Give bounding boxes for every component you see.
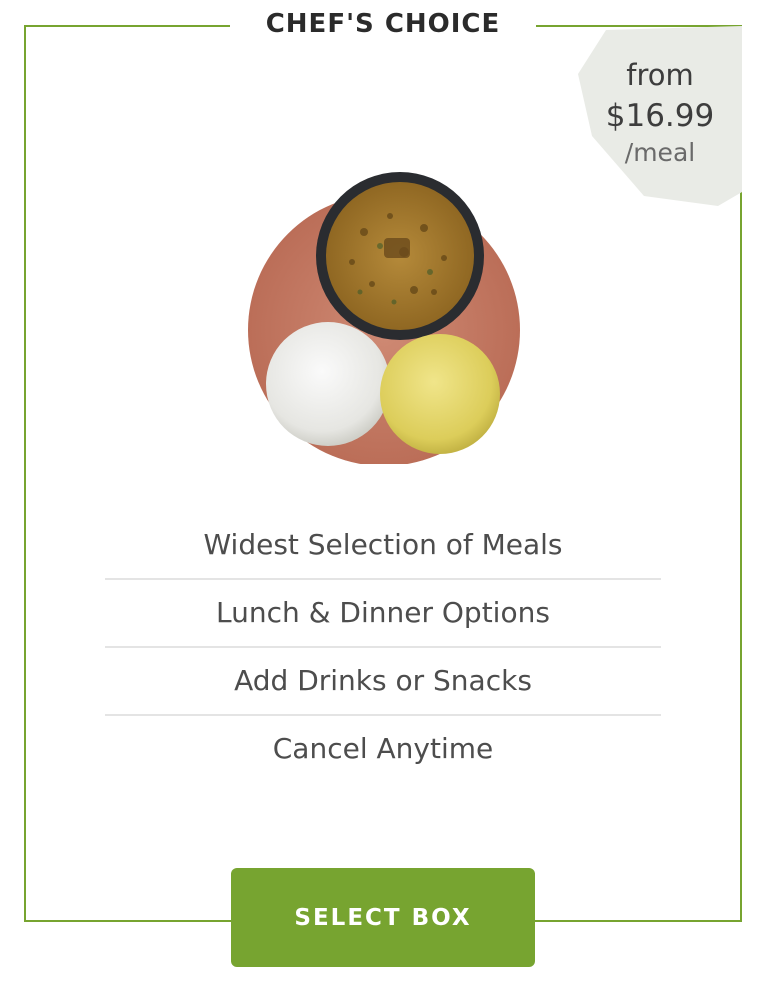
price-unit: /meal (624, 138, 696, 167)
feature-item: Lunch & Dinner Options (105, 580, 661, 648)
price-amount: $16.99 (605, 98, 715, 134)
feature-item: Widest Selection of Meals (105, 512, 661, 580)
yellow-swallow-shape (380, 334, 500, 454)
plan-title: CHEF'S CHOICE (230, 6, 536, 42)
meal-plate-image (244, 172, 524, 466)
price-badge: from $16.99 /meal (578, 26, 742, 208)
select-box-button[interactable]: SELECT BOX (231, 868, 535, 967)
price-prefix: from (626, 58, 694, 92)
white-swallow-shape (266, 322, 390, 446)
feature-list: Widest Selection of Meals Lunch & Dinner… (105, 512, 661, 782)
feature-item: Add Drinks or Snacks (105, 648, 661, 716)
feature-item: Cancel Anytime (272, 732, 494, 765)
